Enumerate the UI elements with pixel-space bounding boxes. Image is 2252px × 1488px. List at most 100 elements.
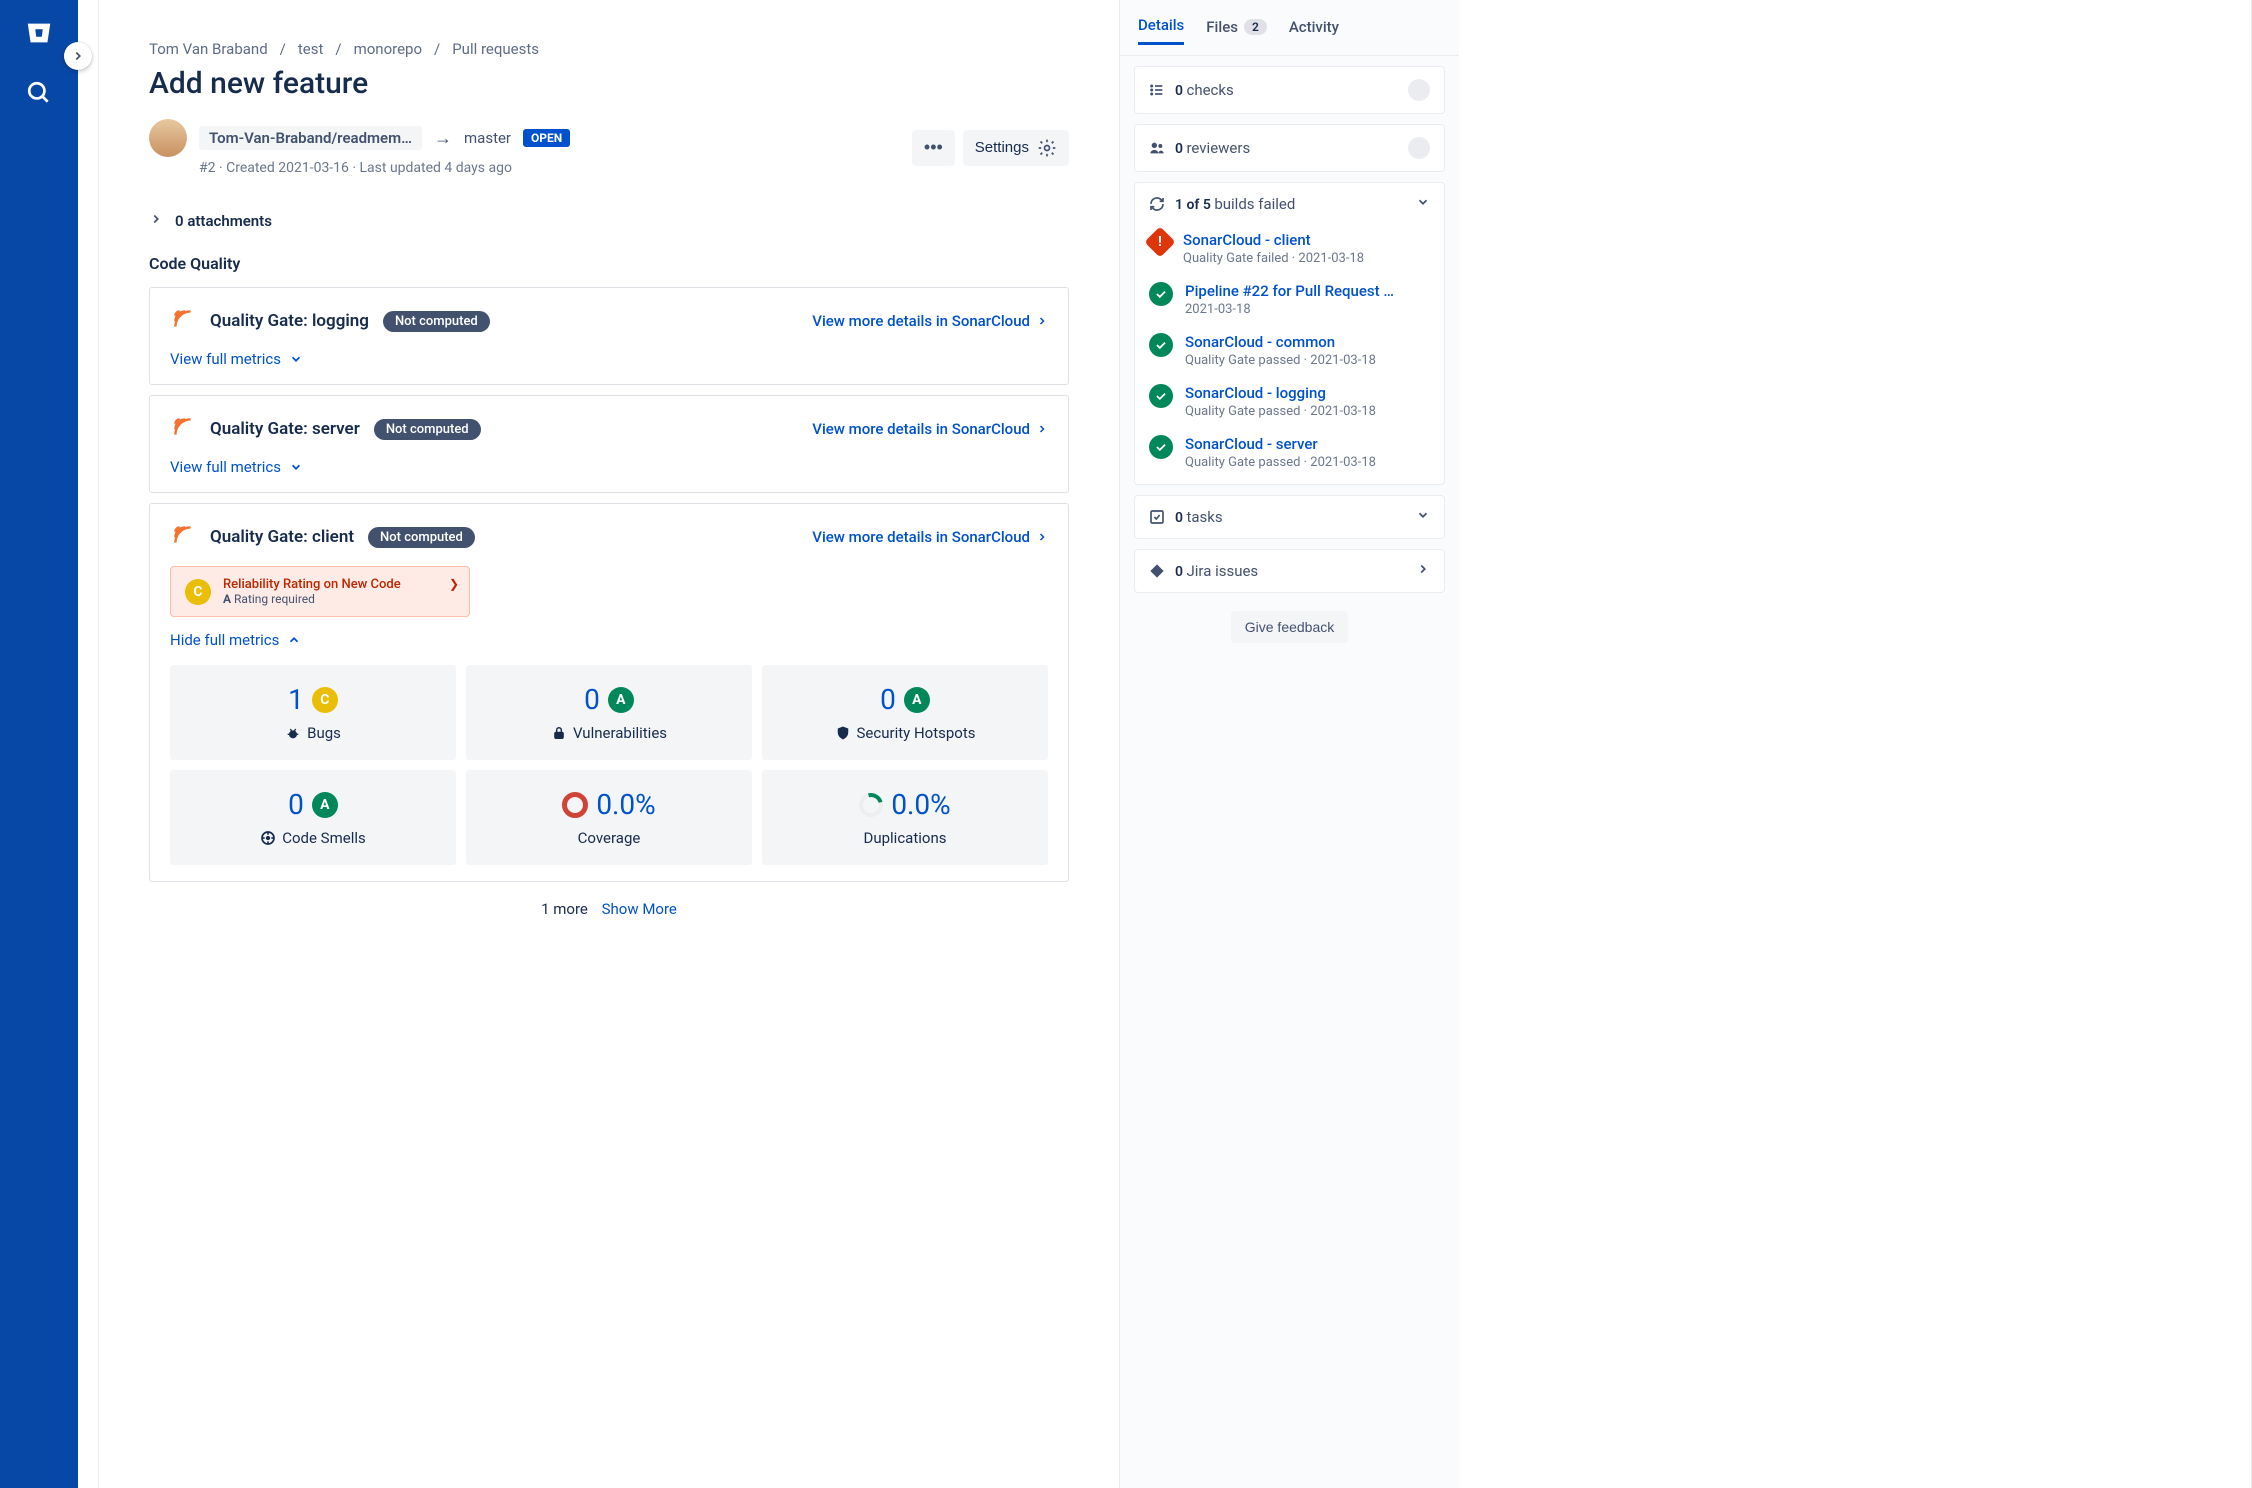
quality-gate-title: Quality Gate: client [210, 527, 354, 547]
build-title[interactable]: Pipeline #22 for Pull Request … [1185, 282, 1394, 300]
shield-icon [835, 725, 851, 741]
rating-badge: A [608, 687, 634, 713]
target-branch[interactable]: master [464, 129, 511, 147]
global-nav [0, 0, 78, 1488]
build-fail-icon: ! [1144, 226, 1175, 257]
build-title[interactable]: SonarCloud - common [1185, 333, 1376, 351]
checks-card[interactable]: 0 checks [1134, 66, 1445, 114]
show-more-link[interactable]: Show More [602, 900, 677, 918]
chevron-right-icon: ❯ [449, 577, 459, 591]
breadcrumb-item[interactable]: monorepo [354, 40, 422, 58]
builds-toggle[interactable]: 1 of 5 builds failed [1149, 195, 1430, 213]
build-ok-icon [1149, 384, 1173, 408]
chevron-right-icon [149, 212, 163, 230]
side-tab-files[interactable]: Files2 [1206, 16, 1267, 45]
quality-gate-title: Quality Gate: logging [210, 311, 369, 331]
sonarcloud-icon [170, 414, 196, 444]
build-item[interactable]: Pipeline #22 for Pull Request … 2021-03-… [1135, 274, 1444, 325]
metric-cell[interactable]: 0A Vulnerabilities [466, 665, 752, 760]
metric-cell[interactable]: 0A Code Smells [170, 770, 456, 865]
reviewers-card[interactable]: 0 reviewers [1134, 124, 1445, 172]
smell-icon [260, 830, 276, 846]
rating-badge: A [904, 687, 930, 713]
build-meta: Quality Gate passed · 2021-03-18 [1185, 404, 1376, 419]
build-meta: 2021-03-18 [1185, 302, 1394, 317]
rating-badge: C [312, 687, 338, 713]
quality-gate-card: Quality Gate: client Not computed View m… [149, 503, 1069, 882]
more-count: 1 more [541, 900, 588, 918]
placeholder-icon [1408, 137, 1430, 159]
code-quality-header: Code Quality [149, 254, 1069, 273]
attachments-section-toggle[interactable]: 0 attachments [149, 212, 1069, 230]
build-title[interactable]: SonarCloud - server [1185, 435, 1376, 453]
metric-cell[interactable]: 0.0% Coverage [466, 770, 752, 865]
rating-alert[interactable]: C Reliability Rating on New CodeA Rating… [170, 566, 470, 617]
build-title[interactable]: SonarCloud - client [1183, 231, 1364, 249]
build-title[interactable]: SonarCloud - logging [1185, 384, 1376, 402]
build-ok-icon [1149, 333, 1173, 357]
quality-gate-title: Quality Gate: server [210, 419, 360, 439]
build-item[interactable]: SonarCloud - common Quality Gate passed … [1135, 325, 1444, 376]
build-item[interactable]: SonarCloud - server Quality Gate passed … [1135, 427, 1444, 478]
side-panel: Details Files2 Activity 0 checks [1119, 0, 1459, 1488]
page-title: Add new feature [149, 66, 1069, 101]
gear-icon [1037, 138, 1057, 158]
sonarcloud-link[interactable]: View more details in SonarCloud [812, 420, 1048, 438]
metrics-toggle[interactable]: Hide full metrics [170, 631, 1048, 649]
quality-gate-card: Quality Gate: server Not computed View m… [149, 395, 1069, 493]
breadcrumb: Tom Van Braband/ test/ monorepo/ Pull re… [149, 40, 1069, 58]
build-meta: Quality Gate passed · 2021-03-18 [1185, 353, 1376, 368]
breadcrumb-item[interactable]: test [298, 40, 324, 58]
build-item[interactable]: SonarCloud - logging Quality Gate passed… [1135, 376, 1444, 427]
pr-status-badge: OPEN [523, 129, 570, 147]
more-actions-button[interactable]: ••• [912, 130, 955, 166]
bug-icon [285, 725, 301, 741]
sonarcloud-link[interactable]: View more details in SonarCloud [812, 312, 1048, 330]
placeholder-icon [1408, 79, 1430, 101]
rating-badge: C [185, 579, 211, 605]
people-icon [1149, 140, 1165, 156]
checklist-icon [1149, 82, 1165, 98]
search-icon[interactable] [26, 80, 52, 110]
chevron-right-icon [1416, 562, 1430, 580]
build-ok-icon [1149, 435, 1173, 459]
refresh-icon [1149, 196, 1165, 212]
quality-gate-status: Not computed [374, 419, 481, 440]
tasks-card[interactable]: 0 tasks [1134, 495, 1445, 539]
side-tab-details[interactable]: Details [1138, 16, 1184, 45]
give-feedback-button[interactable]: Give feedback [1231, 611, 1349, 643]
jira-icon [1149, 563, 1165, 579]
quality-gate-card: Quality Gate: logging Not computed View … [149, 287, 1069, 385]
build-meta: Quality Gate failed · 2021-03-18 [1183, 251, 1364, 266]
metric-cell[interactable]: 0A Security Hotspots [762, 665, 1048, 760]
settings-button[interactable]: Settings [963, 130, 1069, 166]
jira-card[interactable]: 0 Jira issues [1134, 549, 1445, 593]
build-item[interactable]: ! SonarCloud - client Quality Gate faile… [1135, 223, 1444, 274]
side-tab-activity[interactable]: Activity [1289, 16, 1339, 45]
breadcrumb-item[interactable]: Tom Van Braband [149, 40, 268, 58]
quality-gate-status: Not computed [368, 527, 475, 548]
sonarcloud-link[interactable]: View more details in SonarCloud [812, 528, 1048, 546]
lock-icon [551, 725, 567, 741]
duplication-donut-icon [855, 788, 888, 821]
builds-card: 1 of 5 builds failed ! SonarCloud - clie… [1134, 182, 1445, 485]
sonarcloud-icon [170, 522, 196, 552]
metric-cell[interactable]: 1C Bugs [170, 665, 456, 760]
metrics-toggle[interactable]: View full metrics [170, 350, 1048, 368]
source-branch[interactable]: Tom-Van-Braband/readmem… [199, 126, 422, 150]
build-ok-icon [1149, 282, 1173, 306]
metrics-toggle[interactable]: View full metrics [170, 458, 1048, 476]
pr-meta: #2 · Created 2021-03-16 · Last updated 4… [199, 160, 570, 176]
breadcrumb-item[interactable]: Pull requests [452, 40, 539, 58]
main-content: Tom Van Braband/ test/ monorepo/ Pull re… [99, 0, 1119, 1488]
metric-cell[interactable]: 0.0% Duplications [762, 770, 1048, 865]
expand-sidebar-button[interactable] [64, 42, 92, 70]
sonarcloud-icon [170, 306, 196, 336]
show-more-row: 1 more Show More [149, 900, 1069, 918]
arrow-icon: → [434, 128, 452, 149]
author-avatar[interactable] [149, 119, 187, 157]
checkbox-icon [1149, 509, 1165, 525]
chevron-down-icon [1416, 508, 1430, 526]
build-meta: Quality Gate passed · 2021-03-18 [1185, 455, 1376, 470]
bitbucket-logo-icon[interactable] [24, 18, 54, 52]
